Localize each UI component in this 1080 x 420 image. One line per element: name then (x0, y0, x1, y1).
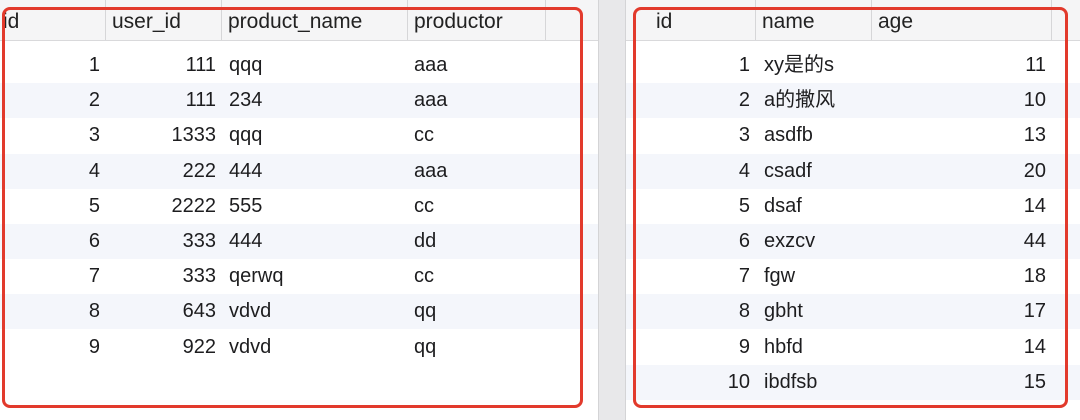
table-row[interactable]: 2 111 234 aaa (0, 83, 598, 119)
cell-productor[interactable]: qq (414, 294, 544, 329)
cell-user-id[interactable]: 2222 (110, 189, 217, 224)
table-row[interactable]: 6 333 444 dd (0, 224, 598, 259)
cell-product-name[interactable]: 555 (229, 189, 399, 224)
cell-age[interactable]: 13 (896, 118, 1046, 153)
cell-user-id[interactable]: 111 (110, 48, 216, 83)
cell-id[interactable]: 6 (626, 224, 750, 259)
table-row[interactable]: 4 csadf 20 (626, 153, 1080, 189)
cell-id[interactable]: 2 (0, 83, 100, 118)
table-row[interactable]: 7 fgw 18 (626, 259, 1080, 294)
cell-id[interactable]: 3 (626, 118, 750, 153)
cell-id[interactable]: 6 (0, 224, 100, 259)
cell-id[interactable]: 9 (0, 330, 100, 365)
cell-name[interactable]: a的撒风 (764, 83, 894, 118)
cell-user-id[interactable]: 333 (110, 224, 216, 259)
cell-name[interactable]: csadf (764, 154, 894, 189)
cell-age[interactable]: 14 (896, 189, 1046, 224)
table-row[interactable]: 7 333 qerwq cc (0, 259, 598, 294)
table-row[interactable]: 3 1333 qqq cc (0, 118, 598, 153)
cell-product-name[interactable]: 234 (229, 83, 399, 118)
table-row[interactable]: 2 a的撒风 10 (626, 83, 1080, 119)
table-row[interactable]: 9 hbfd 14 (626, 330, 1080, 365)
cell-id[interactable]: 5 (0, 189, 100, 224)
cell-id[interactable]: 1 (626, 48, 750, 83)
table-row[interactable]: 8 643 vdvd qq (0, 294, 598, 330)
cell-age[interactable]: 20 (896, 154, 1046, 189)
cell-product-name[interactable]: 444 (229, 154, 399, 189)
cell-user-id[interactable]: 643 (110, 294, 216, 329)
table-row[interactable]: 1 111 qqq aaa (0, 48, 598, 83)
cell-productor[interactable]: aaa (414, 83, 544, 118)
table-row[interactable]: 3 asdfb 13 (626, 118, 1080, 153)
cell-age[interactable]: 44 (896, 224, 1046, 259)
cell-user-id[interactable]: 1333 (110, 118, 217, 153)
cell-name[interactable]: hbfd (764, 330, 894, 365)
cell-product-name[interactable]: qerwq (229, 259, 399, 294)
table-row[interactable]: 10 ibdfsb 15 (626, 364, 1080, 400)
cell-id[interactable]: 8 (0, 294, 100, 329)
right-table-header: id name age (626, 0, 1080, 41)
cell-id[interactable]: 3 (0, 118, 100, 153)
cell-age[interactable]: 18 (896, 259, 1046, 294)
table-row[interactable]: 4 222 444 aaa (0, 153, 598, 189)
cell-productor[interactable]: cc (414, 189, 544, 224)
cell-id[interactable]: 4 (0, 154, 100, 189)
table-row[interactable]: 1 xy是的s 11 (626, 48, 1080, 83)
cell-age[interactable]: 15 (896, 365, 1046, 400)
column-header-user-id[interactable]: user_id (106, 0, 222, 40)
cell-productor[interactable]: aaa (414, 154, 544, 189)
cell-productor[interactable]: cc (414, 118, 544, 153)
table-row[interactable]: 9 922 vdvd qq (0, 330, 598, 365)
cell-product-name[interactable]: vdvd (229, 294, 399, 329)
cell-name[interactable]: xy是的s (764, 48, 894, 83)
cell-age[interactable]: 14 (896, 330, 1046, 365)
cell-product-name[interactable]: 444 (229, 224, 399, 259)
table-row[interactable]: 5 dsaf 14 (626, 189, 1080, 224)
table-row[interactable]: 8 gbht 17 (626, 294, 1080, 330)
cell-id[interactable]: 10 (626, 365, 750, 400)
cell-id[interactable]: 5 (626, 189, 750, 224)
left-table-header: id user_id product_name productor (0, 0, 598, 41)
cell-name[interactable]: exzcv (764, 224, 894, 259)
cell-age[interactable]: 10 (896, 83, 1046, 118)
cell-product-name[interactable]: qqq (229, 118, 399, 153)
table-row[interactable]: 6 exzcv 44 (626, 224, 1080, 259)
cell-id[interactable]: 8 (626, 294, 750, 329)
column-header-id[interactable]: id (0, 0, 106, 40)
column-header-product-name[interactable]: product_name (222, 0, 408, 40)
column-header-id[interactable]: id (626, 0, 756, 40)
right-table-pane: id name age 1 xy是的s 11 2 a的撒风 10 3 asdfb 13 4 csad… (626, 0, 1080, 420)
cell-product-name[interactable]: vdvd (229, 330, 399, 365)
cell-id[interactable]: 9 (626, 330, 750, 365)
cell-name[interactable]: gbht (764, 294, 894, 329)
cell-id[interactable]: 4 (626, 154, 750, 189)
pane-divider[interactable] (598, 0, 626, 420)
cell-user-id[interactable]: 111 (110, 83, 216, 118)
cell-productor[interactable]: qq (414, 330, 544, 365)
left-table-pane: id user_id product_name productor 1 111 qq… (0, 0, 598, 420)
table-row[interactable]: 5 2222 555 cc (0, 189, 598, 224)
column-header-productor[interactable]: productor (408, 0, 546, 40)
cell-user-id[interactable]: 922 (110, 330, 216, 365)
cell-age[interactable]: 11 (896, 48, 1046, 83)
cell-productor[interactable]: cc (414, 259, 544, 294)
cell-productor[interactable]: aaa (414, 48, 544, 83)
cell-name[interactable]: fgw (764, 259, 894, 294)
cell-id[interactable]: 7 (626, 259, 750, 294)
column-header-name[interactable]: name (756, 0, 872, 40)
cell-age[interactable]: 17 (896, 294, 1046, 329)
cell-productor[interactable]: dd (414, 224, 544, 259)
cell-product-name[interactable]: qqq (229, 48, 399, 83)
cell-id[interactable]: 7 (0, 259, 100, 294)
cell-name[interactable]: asdfb (764, 118, 894, 153)
cell-user-id[interactable]: 222 (110, 154, 216, 189)
cell-name[interactable]: ibdfsb (764, 365, 894, 400)
cell-user-id[interactable]: 333 (110, 259, 216, 294)
cell-id[interactable]: 1 (0, 48, 100, 83)
cell-id[interactable]: 2 (626, 83, 750, 118)
cell-name[interactable]: dsaf (764, 189, 894, 224)
column-header-age[interactable]: age (872, 0, 1052, 40)
